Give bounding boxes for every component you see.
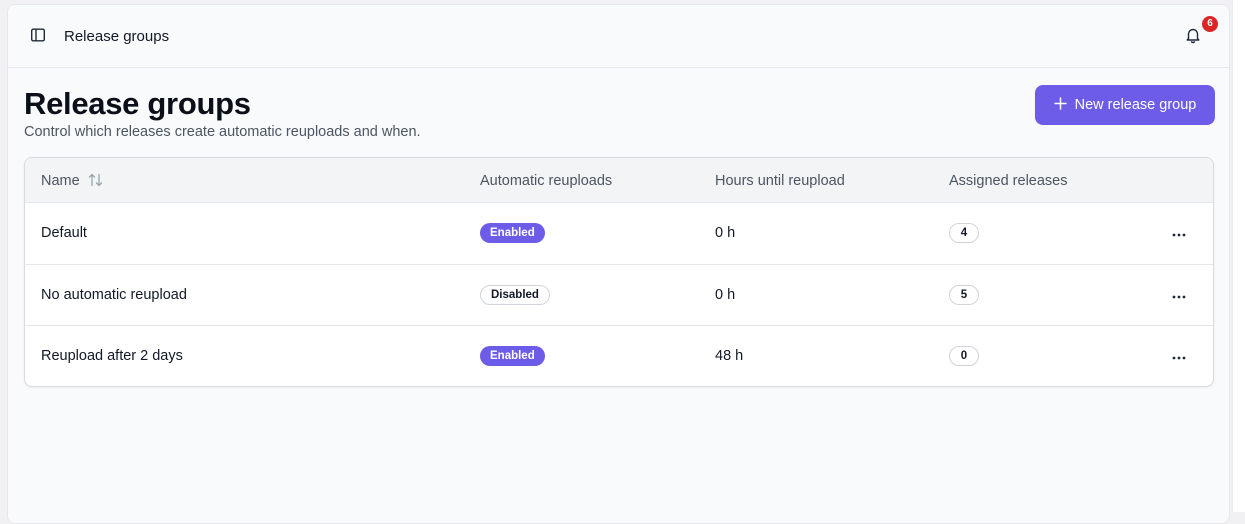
page-title: Release groups [24, 86, 251, 121]
status-badge: Disabled [480, 285, 550, 305]
new-release-group-button[interactable]: New release group [1035, 85, 1215, 125]
status-badge: Enabled [480, 223, 545, 243]
more-actions-button[interactable] [1167, 219, 1191, 247]
assigned-count-badge: 4 [949, 223, 979, 243]
app-window: Release groups 6 Release groups Control … [7, 4, 1230, 524]
column-header-automatic-reuploads: Automatic reuploads [480, 173, 613, 189]
sidebar-toggle-button[interactable] [24, 23, 52, 51]
table-row[interactable]: Default Enabled 0 h 4 [25, 203, 1213, 264]
sidebar-icon [30, 27, 46, 48]
page-subtitle: Control which releases create automatic … [24, 124, 421, 140]
column-header-name[interactable]: Name [41, 172, 80, 190]
column-header-assigned-releases: Assigned releases [949, 173, 1068, 189]
release-groups-table: Name Automatic reuploads Hours until reu… [24, 157, 1214, 387]
row-name: No automatic reupload [41, 287, 187, 303]
row-hours: 0 h [715, 225, 736, 241]
topbar: Release groups [8, 5, 1229, 68]
more-actions-button[interactable] [1167, 342, 1191, 370]
scrollbar[interactable] [1232, 0, 1245, 512]
ellipsis-icon [1172, 286, 1186, 304]
assigned-count-badge: 5 [949, 285, 979, 305]
topbar-title: Release groups [64, 28, 170, 45]
plus-icon [1053, 96, 1067, 114]
bell-icon [1184, 26, 1202, 49]
notification-badge: 6 [1202, 16, 1218, 32]
status-badge: Enabled [480, 346, 545, 366]
ellipsis-icon [1172, 347, 1186, 365]
table-row[interactable]: Reupload after 2 days Enabled 48 h 0 [25, 325, 1213, 386]
assigned-count-badge: 0 [949, 346, 979, 366]
new-release-group-label: New release group [1074, 97, 1197, 113]
row-hours: 0 h [715, 287, 736, 303]
ellipsis-icon [1172, 224, 1186, 242]
row-hours: 48 h [715, 348, 744, 364]
sort-icon[interactable] [88, 173, 103, 192]
table-row[interactable]: No automatic reupload Disabled 0 h 5 [25, 264, 1213, 325]
more-actions-button[interactable] [1167, 281, 1191, 309]
row-name: Reupload after 2 days [41, 348, 183, 364]
column-header-hours-until-reupload: Hours until reupload [715, 173, 845, 189]
row-name: Default [41, 225, 87, 241]
table-header: Name Automatic reuploads Hours until reu… [25, 158, 1213, 203]
